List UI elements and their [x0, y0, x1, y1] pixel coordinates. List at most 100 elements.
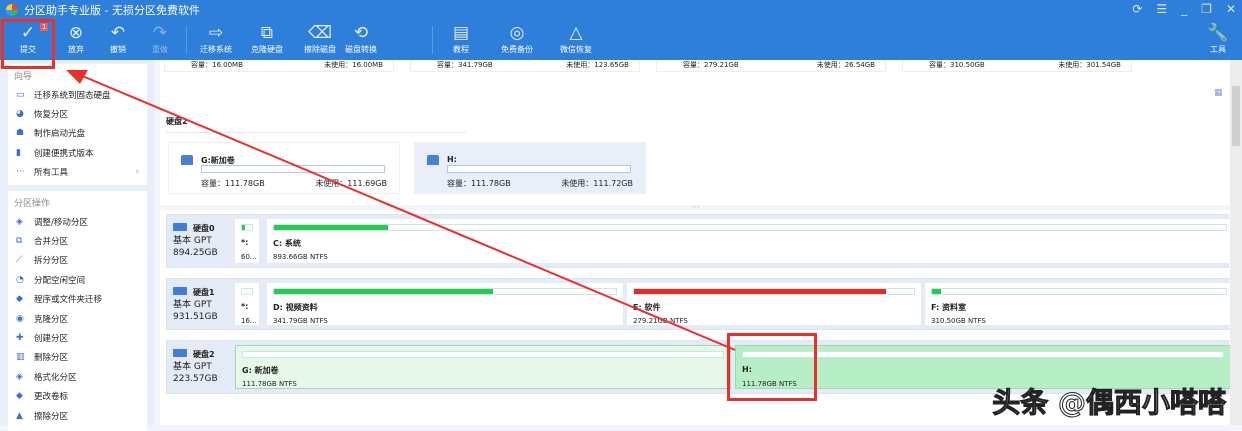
sidebar-item-format[interactable]: ◈ 格式化分区 [8, 367, 147, 386]
menu-icon[interactable]: ☰ [1156, 2, 1167, 16]
partition-card[interactable]: 容量：16.00MB 未使用：16.00MB [164, 60, 394, 72]
disk-row[interactable]: 硬盘1 基本 GPT 931.51GB *: 16... D: 视频资料 341.79GB … [166, 278, 1233, 330]
hard-disk-icon [173, 287, 187, 295]
convert-label: 磁盘转换 [345, 45, 377, 54]
more-icon: ··· [16, 167, 25, 178]
capacity: 容量：111.78GB [201, 179, 265, 188]
ops-heading: 分区操作 [14, 198, 51, 209]
usage-bar [241, 288, 253, 295]
item-label: 擦除分区 [34, 411, 69, 422]
usage-fill [274, 289, 493, 294]
disk-size: 223.57GB [173, 374, 218, 384]
clone-disk-button[interactable]: ⧉ 克隆硬盘 [241, 22, 293, 55]
tag-icon: ◆ [16, 391, 23, 402]
tutorial-button[interactable]: ▤ 教程 [435, 22, 487, 55]
partition-block[interactable]: F: 资料室 310.50GB NTFS [925, 283, 1233, 325]
partition-card[interactable]: 容量：310.50GB 未使用：301.54GB [902, 60, 1132, 72]
partition-card-g[interactable]: G:新加卷 容量：111.78GB 未使用：111.69GB [168, 142, 400, 194]
partition-card[interactable]: 容量：341.79GB 未使用：123.65GB [410, 60, 640, 72]
sidebar-item-create[interactable]: ✚ 创建分区 [8, 328, 147, 347]
sidebar-item-boot-disc[interactable]: ☗ 制作启动光盘 [8, 124, 147, 143]
disk-name: 硬盘0 [193, 224, 215, 233]
recover-icon: △ [569, 23, 583, 43]
format-icon: ◈ [16, 371, 23, 382]
partition-block[interactable]: *: 60... [235, 219, 259, 263]
sidebar-item-clone-partition[interactable]: ◉ 克隆分区 [8, 309, 147, 328]
tools-button[interactable]: 🔧 工具 [1196, 22, 1240, 55]
item-label: 创建分区 [34, 333, 69, 344]
partition-name: *: [241, 238, 249, 247]
unused: 未使用：26.54GB [816, 61, 875, 69]
disk-size: 931.51GB [173, 312, 218, 322]
disk-name: 硬盘2 [193, 350, 215, 359]
disk-row[interactable]: 硬盘0 基本 GPT 894.25GB *: 60... C: 系统 893.66GB NT… [166, 214, 1233, 268]
usb-icon: ▮ [16, 147, 21, 158]
item-label: 拆分分区 [34, 256, 69, 267]
toolbar: ✓ 提交 1 ⊗ 放弃 ↶ 撤销 ↷ 重做 ⇨ 迁移系统 ⧉ 克隆硬盘 ⌫ 擦除磁盘 ⟲ 磁盘转换… [0, 20, 1242, 60]
undo-label: 撤销 [110, 45, 126, 54]
restore-icon[interactable]: ❐ [1201, 2, 1212, 16]
partition-block[interactable]: C: 系统 893.66GB NTFS [267, 219, 1233, 263]
convert-disk-button[interactable]: ⟲ 磁盘转换 [335, 22, 387, 55]
partition-block[interactable]: G: 新加卷 111.78GB NTFS [235, 345, 731, 389]
pie-icon: ◕ [16, 109, 24, 120]
wechat-recover-button[interactable]: △ 微信恢复 [550, 22, 602, 55]
backup-icon: ◎ [509, 23, 525, 43]
item-label: 调整/移动分区 [34, 217, 88, 228]
unused: 未使用：16.00MB [324, 61, 383, 69]
backup-button[interactable]: ◎ 免费备份 [491, 22, 543, 55]
sidebar-item-merge[interactable]: ⧉ 合并分区 [8, 231, 147, 250]
resize-icon: ◈ [16, 216, 23, 227]
sidebar-item-all-tools[interactable]: ··· 所有工具 › [8, 163, 147, 182]
disk-label: 硬盘2 基本 GPT 223.57GB [173, 349, 237, 385]
scrollbar[interactable] [1230, 60, 1242, 425]
sidebar-item-wipe[interactable]: ▲ 擦除分区 [8, 406, 147, 425]
partition-block[interactable]: *: 16... [235, 283, 259, 325]
capacity: 容量：279.21GB [683, 61, 739, 69]
partition-card[interactable]: 容量：279.21GB 未使用：26.54GB [656, 60, 886, 72]
usage-bar [633, 288, 915, 295]
partition-block[interactable]: E: 软件 279.21GB NTFS [627, 283, 921, 325]
refresh-icon[interactable]: ⟳ [1132, 2, 1142, 16]
sidebar-item-allocate[interactable]: ◔ 分配空闲空间 [8, 270, 147, 289]
sidebar-item-app-move[interactable]: ◆ 程序或文件夹迁移 [8, 290, 147, 309]
capacity: 容量：310.50GB [929, 61, 985, 69]
divider [432, 26, 433, 54]
usage-bar [931, 288, 1227, 295]
sidebar-item-migrate-ssd[interactable]: ▭ 迁移系统到固态硬盘 [8, 85, 147, 104]
sidebar-item-split[interactable]: ⟋ 拆分分区 [8, 251, 147, 270]
view-toggle-icon[interactable]: ▦ [1214, 88, 1223, 98]
disk-type: 基本 GPT [173, 300, 212, 310]
usage-bar [273, 224, 1227, 231]
convert-disk-icon: ⟲ [353, 23, 369, 43]
partition-card-h[interactable]: H: 容量：111.78GB 未使用：111.72GB [414, 142, 646, 194]
usage-bar [242, 351, 724, 358]
split-icon: ⟋ [16, 255, 23, 266]
disk-size: 894.25GB [173, 248, 218, 258]
migrate-disk-icon: ⇨ [208, 23, 224, 43]
clone-label: 克隆硬盘 [251, 45, 283, 54]
item-label: 克隆分区 [34, 314, 69, 325]
migrate-label: 迁移系统 [200, 45, 232, 54]
partition-name: C: 系统 [273, 239, 301, 248]
partition-ops-panel: 分区操作 ◈ 调整/移动分区 ⧉ 合并分区 ⟋ 拆分分区 ◔ 分配空闲空间 ◆ 程序或文件… [8, 190, 147, 431]
sidebar-item-resize[interactable]: ◈ 调整/移动分区 [8, 212, 147, 231]
migrate-os-button[interactable]: ⇨ 迁移系统 [190, 22, 242, 55]
disk-type: 基本 GPT [173, 362, 212, 372]
sidebar-item-label[interactable]: ◆ 更改卷标 [8, 386, 147, 405]
partition-name: G: 新加卷 [242, 366, 279, 375]
partition-block[interactable]: D: 视频资料 341.79GB NTFS [267, 283, 623, 325]
sidebar-item-delete[interactable]: ▥ 删除分区 [8, 348, 147, 367]
person-icon: ☗ [16, 128, 25, 139]
unused: 未使用：111.69GB [315, 179, 387, 188]
unused: 未使用：301.54GB [1058, 61, 1121, 69]
unused: 未使用：123.65GB [566, 61, 629, 69]
close-icon[interactable]: ✕ [1226, 2, 1236, 16]
sidebar-item-recover-partition[interactable]: ◕ 恢复分区 [8, 104, 147, 123]
sidebar-item-portable[interactable]: ▮ 创建便携式版本 [8, 143, 147, 162]
redo-button[interactable]: ↷ 重做 [134, 22, 186, 55]
partition-name: E: 软件 [633, 303, 661, 312]
minimize-icon[interactable]: _ [1181, 2, 1187, 16]
broom-icon: ▲ [16, 410, 23, 421]
partition-name: F: 资料室 [931, 303, 967, 312]
